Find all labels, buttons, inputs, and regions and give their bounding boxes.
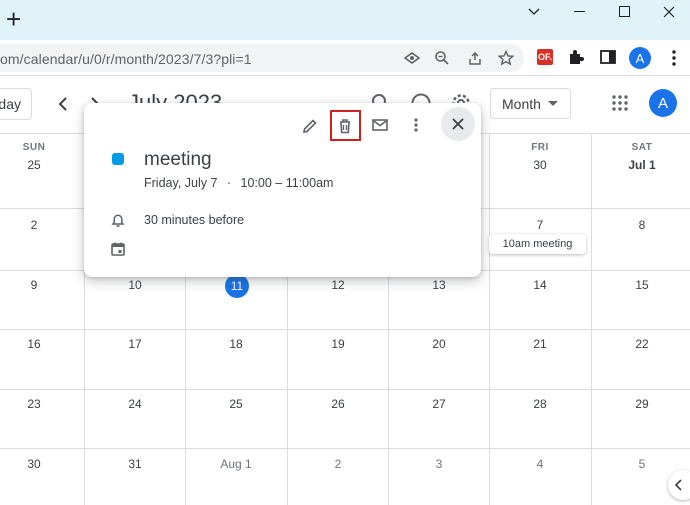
address-bar[interactable]: om/calendar/u/0/r/month/2023/7/3?pli=1: [0, 44, 524, 72]
pencil-icon: [303, 119, 317, 133]
new-tab-button[interactable]: +: [6, 6, 21, 32]
day-cell-number[interactable]: 9: [0, 278, 85, 292]
day-cell-number[interactable]: Jul 1: [591, 158, 690, 172]
mail-icon: [372, 119, 388, 131]
collapse-tabs-button[interactable]: [511, 0, 557, 24]
today-day-number[interactable]: 11: [225, 274, 249, 298]
maximize-icon: [619, 6, 630, 17]
day-cell-number[interactable]: 20: [388, 337, 490, 351]
event-datetime: Friday, July 7 · 10:00 – 11:00am: [144, 176, 333, 190]
close-window-button[interactable]: [646, 0, 690, 24]
grid-divider: [0, 329, 690, 330]
account-avatar[interactable]: A: [649, 89, 677, 117]
day-cell-number[interactable]: 10: [84, 278, 186, 292]
day-cell-number[interactable]: 14: [489, 278, 591, 292]
zoom-icon[interactable]: [434, 50, 450, 66]
view-site-info-icon[interactable]: [404, 50, 420, 66]
previous-month-icon[interactable]: [53, 93, 75, 115]
close-icon: [663, 6, 675, 18]
side-panel-toggle-button[interactable]: [668, 470, 690, 500]
day-cell-number[interactable]: 18: [185, 337, 287, 351]
google-apps-icon[interactable]: [612, 95, 628, 111]
day-cell-number[interactable]: 7: [489, 218, 591, 232]
day-cell-number[interactable]: 2: [287, 457, 389, 471]
close-popup-button[interactable]: [441, 107, 475, 141]
weekday-header-fri: FRI: [531, 142, 549, 153]
browser-menu-icon[interactable]: [664, 47, 684, 69]
calendar-icon: [111, 242, 125, 256]
trash-icon: [340, 119, 350, 134]
day-cell-number[interactable]: 15: [591, 278, 690, 292]
email-guests-button[interactable]: [368, 113, 392, 137]
notification-bell-icon: [111, 214, 125, 227]
day-cell-number[interactable]: 12: [287, 278, 389, 292]
event-notification: 30 minutes before: [144, 213, 245, 227]
day-cell-number[interactable]: 31: [84, 457, 186, 471]
day-cell-number[interactable]: 13: [388, 278, 490, 292]
day-cell-number[interactable]: 5: [591, 457, 690, 471]
view-switcher-label: Month: [502, 95, 541, 112]
today-button[interactable]: day: [0, 88, 32, 120]
day-cell-number[interactable]: 2: [0, 218, 85, 232]
event-details-popup: meeting Friday, July 7 · 10:00 – 11:00am…: [84, 103, 481, 277]
extension-icon[interactable]: OF.: [537, 49, 553, 65]
more-options-button[interactable]: [404, 113, 428, 137]
day-cell-number[interactable]: 26: [287, 397, 389, 411]
day-cell-number[interactable]: 4: [489, 457, 591, 471]
edit-event-button[interactable]: [298, 114, 322, 138]
extensions-puzzle-icon[interactable]: [566, 47, 586, 67]
more-vert-icon: [414, 118, 418, 132]
maximize-button[interactable]: [602, 0, 648, 24]
day-cell-number[interactable]: 21: [489, 337, 591, 351]
day-cell-number[interactable]: 17: [84, 337, 186, 351]
side-panel-icon[interactable]: [598, 47, 618, 67]
grid-divider: [591, 133, 592, 505]
weekday-header-sun: SUN: [22, 142, 46, 153]
day-cell-number[interactable]: 29: [591, 397, 690, 411]
browser-profile-avatar[interactable]: A: [629, 47, 651, 69]
event-color-indicator: [112, 153, 124, 165]
day-cell-number[interactable]: Aug 1: [185, 457, 287, 471]
grid-divider: [0, 389, 690, 390]
day-cell-number[interactable]: 24: [84, 397, 186, 411]
day-cell-number[interactable]: 27: [388, 397, 490, 411]
day-cell-number[interactable]: 25: [0, 158, 85, 172]
day-cell-number[interactable]: 22: [591, 337, 690, 351]
view-switcher-dropdown[interactable]: Month: [490, 88, 571, 119]
share-icon[interactable]: [467, 50, 483, 66]
day-cell-number[interactable]: 23: [0, 397, 85, 411]
day-cell-number[interactable]: 19: [287, 337, 389, 351]
day-cell-number[interactable]: 30: [489, 158, 591, 172]
minimize-icon: [574, 11, 585, 12]
browser-toolbar: om/calendar/u/0/r/month/2023/7/3?pli=1: [0, 40, 690, 76]
event-time: 10:00 – 11:00am: [240, 176, 334, 190]
day-cell-number[interactable]: 16: [0, 337, 85, 351]
url-text[interactable]: om/calendar/u/0/r/month/2023/7/3?pli=1: [0, 51, 252, 67]
day-cell-number[interactable]: 8: [591, 218, 690, 232]
calendar-event-chip[interactable]: 10am meeting: [489, 234, 586, 254]
grid-divider: [0, 448, 690, 449]
day-cell-number[interactable]: 3: [388, 457, 490, 471]
chevron-left-icon: [674, 479, 682, 491]
minimize-button[interactable]: [557, 0, 603, 24]
event-title: meeting: [144, 149, 212, 170]
day-cell-number[interactable]: 28: [489, 397, 591, 411]
datetime-separator: ·: [226, 176, 232, 190]
close-icon: [452, 118, 464, 130]
delete-event-button[interactable]: [333, 114, 357, 138]
day-cell-number[interactable]: 25: [185, 397, 287, 411]
caret-down-icon: [548, 101, 558, 106]
grid-divider: [489, 133, 490, 505]
weekday-header-sat: SAT: [631, 142, 653, 153]
chevron-down-icon: [528, 8, 540, 15]
event-date: Friday, July 7: [144, 176, 218, 190]
day-cell-number[interactable]: 30: [0, 457, 85, 471]
browser-titlebar: +: [0, 0, 690, 40]
bookmark-star-icon[interactable]: [498, 50, 514, 66]
